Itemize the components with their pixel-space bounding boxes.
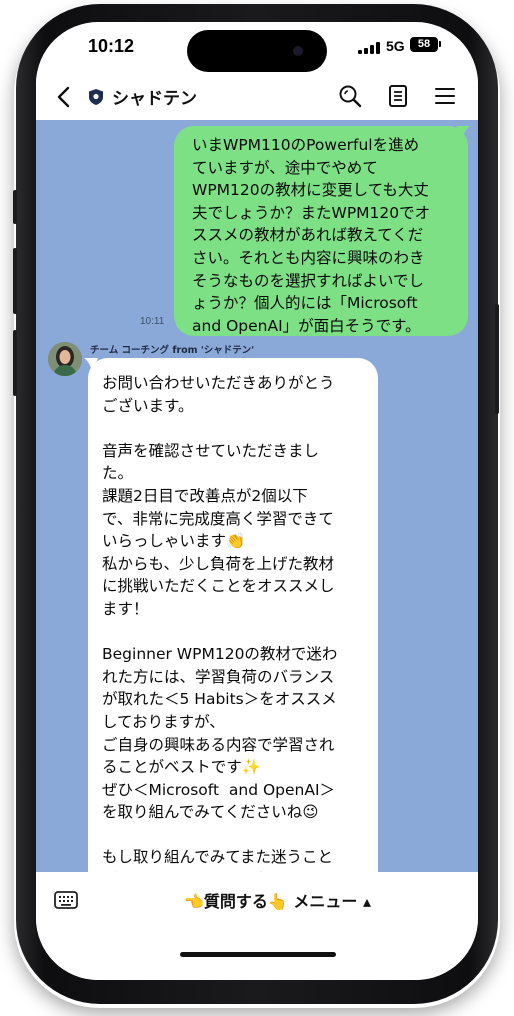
screen: 10:12 5G 58 シャドテン いまWPM110のPowerfulを進め て… — [36, 22, 478, 980]
avatar-image — [48, 342, 82, 376]
status-bar: 10:12 5G 58 — [36, 22, 478, 74]
power-button — [495, 304, 499, 414]
chat-header: シャドテン — [36, 74, 478, 120]
signal-icon — [358, 42, 380, 54]
incoming-message[interactable]: お問い合わせいただきありがとう ございます。 音声を確認させていただきまし た。… — [88, 358, 378, 872]
camera-icon — [293, 46, 303, 56]
status-time: 10:12 — [88, 36, 135, 56]
volume-down-button — [13, 330, 17, 396]
rich-menu-toggle[interactable]: 👈質問する👆 メニュー ▴ — [184, 888, 371, 912]
notes-icon[interactable] — [388, 84, 408, 108]
shield-icon — [89, 89, 103, 105]
bottom-bar: 👈質問する👆 メニュー ▴ — [36, 872, 478, 980]
battery-level: 58 — [410, 37, 438, 52]
network-type: 5G — [386, 38, 405, 54]
menu-icon[interactable] — [434, 86, 456, 106]
volume-up-button — [13, 248, 17, 314]
home-indicator[interactable] — [180, 952, 336, 957]
avatar[interactable] — [48, 342, 82, 376]
search-icon[interactable] — [338, 84, 362, 108]
sender-name: チーム コーチング from 'シャドテン' — [90, 345, 255, 356]
battery-icon — [439, 41, 441, 47]
chat-area[interactable]: いまWPM110のPowerfulを進め ていますが、途中でやめて WPM120… — [36, 120, 478, 872]
chat-title[interactable]: シャドテン — [112, 84, 197, 109]
keyboard-icon[interactable] — [54, 890, 78, 910]
dynamic-island — [187, 30, 327, 72]
action-button — [13, 190, 17, 224]
back-icon[interactable] — [54, 83, 74, 111]
message-time: 10:11 — [140, 316, 165, 327]
outgoing-message[interactable]: いまWPM110のPowerfulを進め ていますが、途中でやめて WPM120… — [174, 126, 468, 336]
